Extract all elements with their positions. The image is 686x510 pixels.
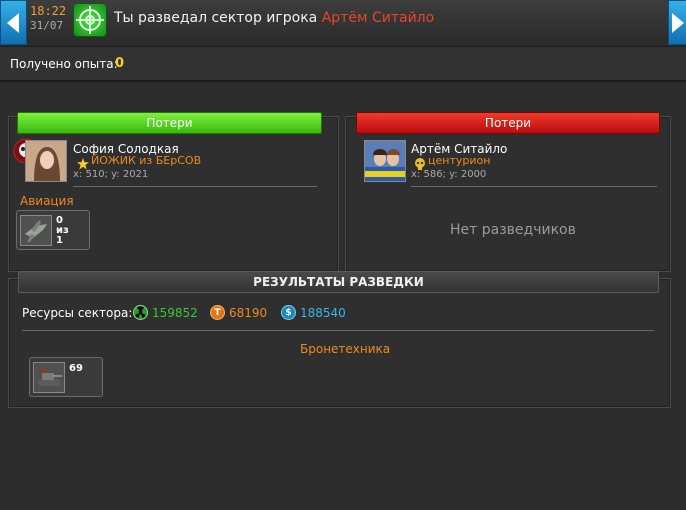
title-prefix: Ты разведал сектор игрока bbox=[114, 10, 318, 26]
radar-icon bbox=[73, 3, 107, 37]
defender-rank[interactable]: центурион bbox=[428, 154, 490, 167]
title-player-name[interactable]: Артём Ситайло bbox=[322, 10, 434, 26]
divider bbox=[73, 186, 317, 187]
attacker-losses-banner: Потери bbox=[17, 112, 322, 134]
resource-dollar-value: 188540 bbox=[300, 306, 346, 320]
titanium-icon: T bbox=[210, 305, 225, 320]
attacker-coords: x: 510; y: 2021 bbox=[73, 169, 149, 180]
defender-avatar[interactable] bbox=[364, 140, 406, 182]
unit-slot-armor[interactable]: 69 bbox=[29, 357, 103, 397]
arrow-left-icon bbox=[7, 13, 19, 33]
unit-slot-aviation[interactable]: 0 из 1 bbox=[16, 210, 90, 250]
defender-coords: x: 586; y: 2000 bbox=[411, 169, 487, 180]
dollar-icon: $ bbox=[281, 305, 296, 320]
divider bbox=[411, 186, 657, 187]
armor-unit-count: 69 bbox=[69, 363, 83, 374]
radiation-icon bbox=[133, 305, 148, 320]
clock-date: 31/07 bbox=[30, 19, 64, 32]
sector-resources-label: Ресурсы сектора: bbox=[22, 306, 133, 320]
attacker-clan[interactable]: ЙОЖИК из БЕрСОВ bbox=[91, 154, 201, 167]
resource-radiation-value: 159852 bbox=[152, 306, 198, 320]
arrow-right-icon bbox=[672, 13, 684, 33]
divider bbox=[22, 330, 654, 331]
attacker-category-label: Авиация bbox=[20, 194, 74, 208]
resource-titanium-value: 68190 bbox=[229, 306, 268, 320]
unit-count-total: 1 bbox=[56, 235, 63, 246]
scout-results-banner: РЕЗУЛЬТАТЫ РАЗВЕДКИ bbox=[18, 271, 659, 293]
armor-category-label: Бронетехника bbox=[300, 342, 391, 356]
attacker-avatar[interactable] bbox=[25, 140, 67, 182]
forward-button[interactable] bbox=[668, 0, 686, 45]
aircraft-icon bbox=[20, 215, 52, 246]
defender-losses-banner: Потери bbox=[356, 112, 660, 134]
back-button[interactable] bbox=[0, 0, 27, 45]
page-title: Ты разведал сектор игрока Артём Ситайло bbox=[114, 10, 434, 26]
clock-time: 18:22 bbox=[30, 4, 67, 18]
no-scouts-text: Нет разведчиков bbox=[450, 222, 576, 238]
xp-label: Получено опыта: bbox=[10, 57, 118, 71]
xp-value: 0 bbox=[115, 56, 125, 71]
tank-icon bbox=[33, 362, 65, 393]
